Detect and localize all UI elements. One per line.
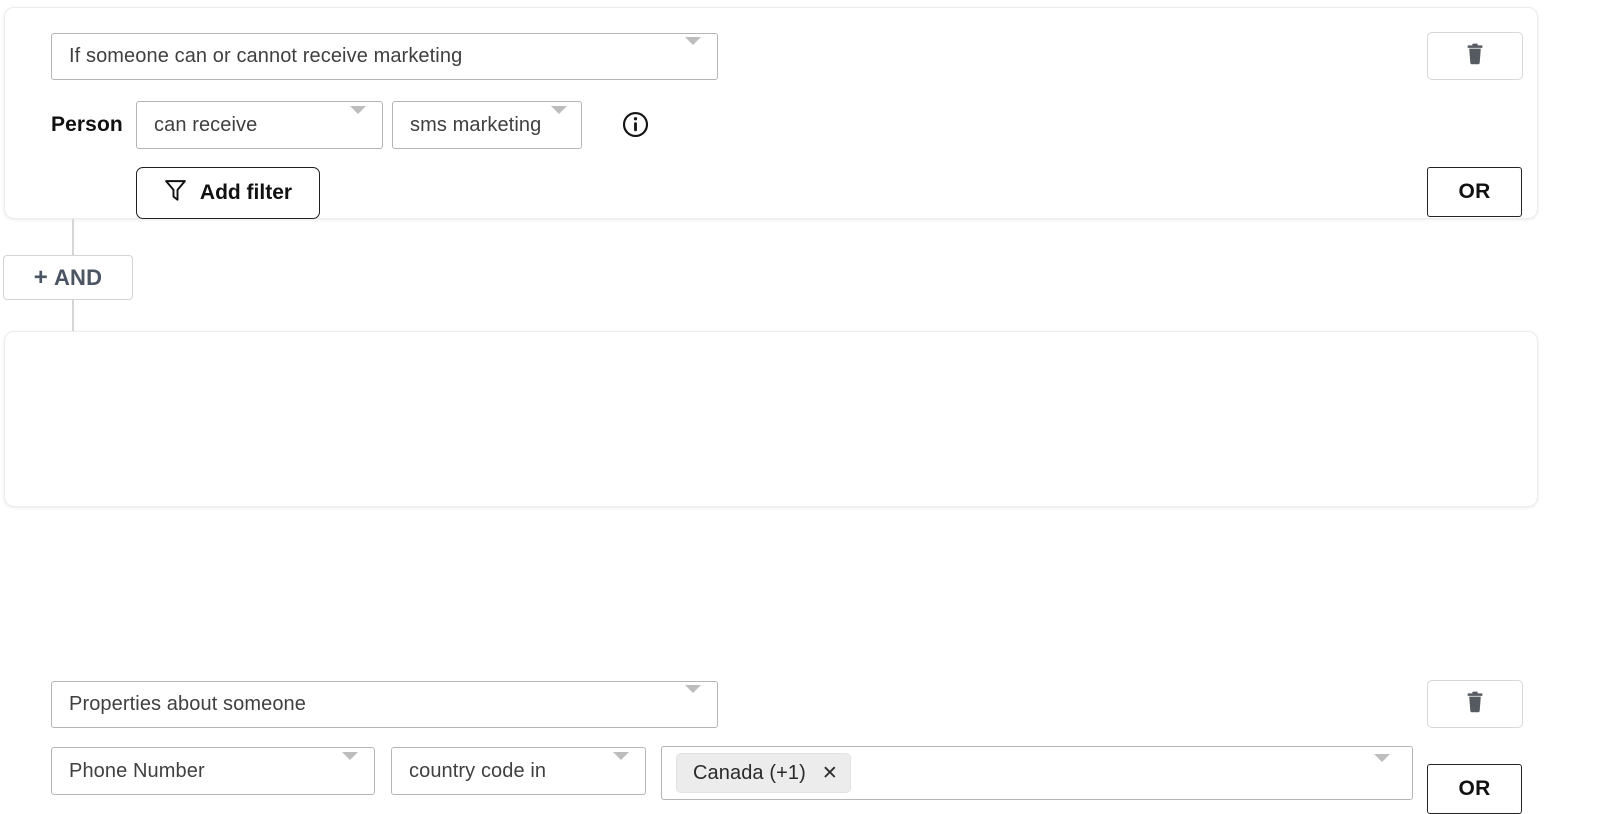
chevron-down-icon — [685, 45, 701, 68]
chevron-down-icon — [350, 114, 366, 137]
close-icon[interactable]: ✕ — [822, 764, 838, 783]
chevron-down-icon — [613, 760, 629, 783]
plus-icon: + — [34, 266, 48, 290]
chevron-down-icon — [342, 760, 358, 783]
condition-type-value-1: If someone can or cannot receive marketi… — [52, 45, 462, 68]
channel-select-1[interactable]: sms marketing — [392, 101, 582, 149]
trash-icon — [1465, 43, 1485, 70]
operator-value-1: can receive — [137, 114, 257, 137]
delete-group-button-2[interactable] — [1427, 680, 1523, 728]
chevron-down-icon — [685, 693, 701, 716]
condition-value-2: country code in — [392, 760, 546, 783]
and-button-label: AND — [54, 265, 102, 291]
condition-type-value-2: Properties about someone — [52, 693, 306, 716]
chevron-down-icon — [1374, 762, 1390, 785]
trash-icon — [1465, 691, 1485, 718]
channel-value-1: sms marketing — [393, 114, 541, 137]
condition-type-select-2[interactable]: Properties about someone — [51, 681, 718, 728]
condition-group-card-1: If someone can or cannot receive marketi… — [4, 7, 1538, 219]
row-label-person: Person — [51, 113, 123, 137]
operator-select-1[interactable]: can receive — [136, 101, 383, 149]
add-filter-label: Add filter — [200, 181, 292, 205]
or-button-1[interactable]: OR — [1427, 167, 1522, 217]
selected-tag[interactable]: Canada (+1) ✕ — [676, 753, 851, 793]
property-select-2[interactable]: Phone Number — [51, 747, 375, 795]
info-icon[interactable] — [622, 111, 649, 138]
condition-group-card-2: Properties about someone Phone Number co… — [4, 331, 1538, 507]
tag-label: Canada (+1) — [693, 762, 806, 785]
condition-select-2[interactable]: country code in — [391, 747, 646, 795]
add-filter-button[interactable]: Add filter — [136, 167, 320, 219]
add-and-group-button[interactable]: + AND — [3, 255, 133, 300]
filter-funnel-icon — [164, 178, 187, 209]
property-value-2: Phone Number — [52, 760, 205, 783]
chevron-down-icon — [551, 114, 567, 137]
delete-group-button-1[interactable] — [1427, 32, 1523, 80]
condition-type-select-1[interactable]: If someone can or cannot receive marketi… — [51, 33, 718, 80]
or-button-2[interactable]: OR — [1427, 764, 1522, 814]
segment-builder: If someone can or cannot receive marketi… — [0, 0, 1600, 522]
country-code-multiselect[interactable]: Canada (+1) ✕ — [661, 746, 1413, 800]
